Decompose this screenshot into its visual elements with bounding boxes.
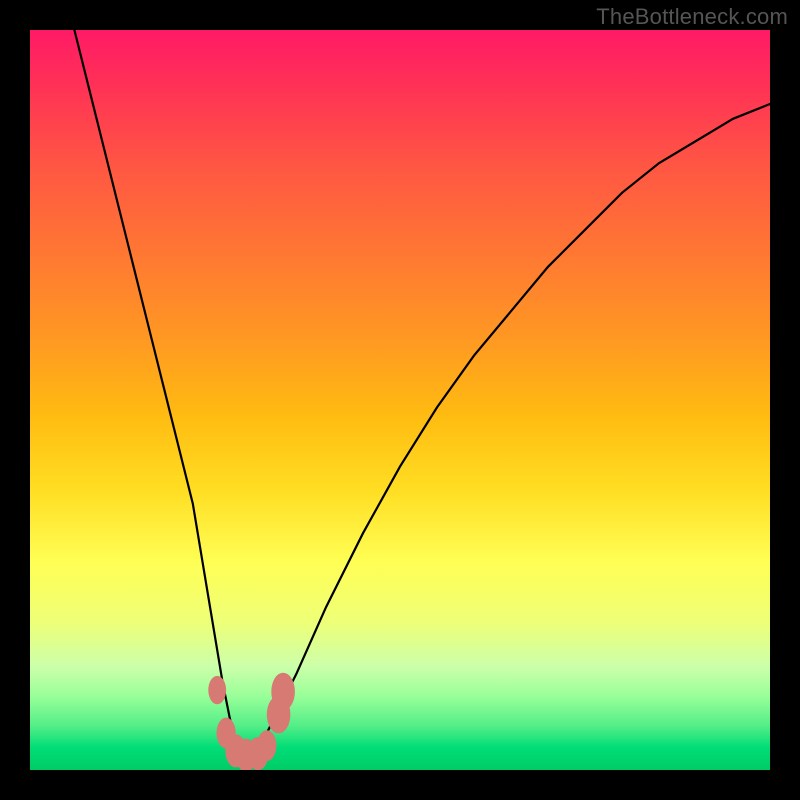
plot-area (30, 30, 770, 770)
trough-markers (208, 673, 295, 770)
watermark-text: TheBottleneck.com (596, 4, 788, 30)
trough-marker (257, 730, 276, 761)
outer-frame: TheBottleneck.com (0, 0, 800, 800)
bottleneck-curve (74, 30, 770, 755)
curve-svg (30, 30, 770, 770)
trough-marker (208, 676, 226, 704)
trough-marker (271, 673, 295, 711)
